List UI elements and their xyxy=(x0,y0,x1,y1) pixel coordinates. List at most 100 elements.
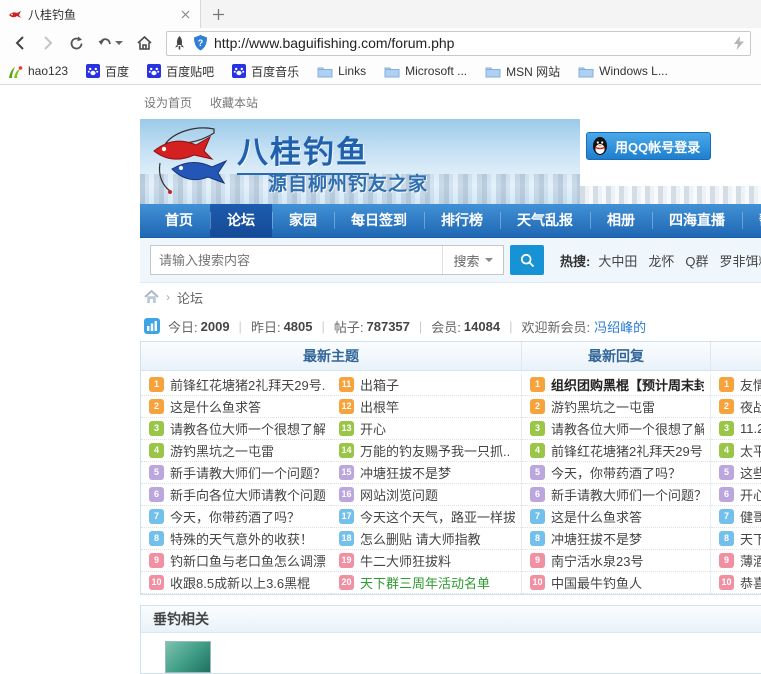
reply-list-item[interactable]: 1组织团购黑棍【预计周末封.. xyxy=(522,374,710,396)
nav-weather[interactable]: 天气乱报 xyxy=(500,204,590,237)
topic-list-item[interactable]: 9钓新口鱼与老口鱼怎么调漂 xyxy=(141,550,331,572)
topic-list-item[interactable]: 4游钓黑坑之一屯雷 xyxy=(141,440,331,462)
nav-home[interactable]: 首页 xyxy=(148,204,210,237)
home-button[interactable] xyxy=(130,30,158,56)
add-favorite-link[interactable]: 收藏本站 xyxy=(206,94,258,111)
reply-list-item[interactable]: 7这是什么鱼求答 xyxy=(522,506,710,528)
topic-list-item[interactable]: 13开心 xyxy=(331,418,521,440)
refresh-button[interactable] xyxy=(62,30,90,56)
topic-list-item[interactable]: 10收跟8.5成新以上3.6黑棍 xyxy=(141,572,331,594)
nav-live[interactable]: 四海直播 xyxy=(652,204,742,237)
hot-search-link[interactable]: Q群 xyxy=(685,251,708,270)
topic-list-item[interactable]: 14万能的钓友赐予我一只抓.. xyxy=(331,440,521,462)
lightning-icon[interactable] xyxy=(734,36,744,50)
topic-list-item[interactable]: 6新手向各位大师请教个问题 xyxy=(141,484,331,506)
topic-list-item[interactable]: 17今天这个天气，路亚一样拔.. xyxy=(331,506,521,528)
back-button[interactable] xyxy=(6,30,34,56)
topic-list-item[interactable]: 12出根竿 xyxy=(331,396,521,418)
welcome-new-member: 欢迎新会员: 冯绍峰的 xyxy=(521,317,646,336)
home-icon[interactable] xyxy=(144,290,159,304)
forum-thumbnail[interactable] xyxy=(165,641,211,673)
breadcrumb-forum[interactable]: 论坛 xyxy=(177,288,203,307)
nav-album[interactable]: 相册 xyxy=(590,204,652,237)
bookmark-baidu-music[interactable]: 百度音乐 xyxy=(232,63,299,80)
topic-list-item[interactable]: 7今天，你带药酒了吗？ xyxy=(141,506,331,528)
site-logo-fish-icon[interactable] xyxy=(144,123,236,199)
nav-ranking[interactable]: 排行榜 xyxy=(424,204,500,237)
url-text[interactable]: http://www.baguifishing.com/forum.php xyxy=(214,35,734,51)
forward-button[interactable] xyxy=(34,30,62,56)
browser-tab[interactable]: 八桂钓鱼 xyxy=(0,0,201,28)
nav-help[interactable]: 帮助 xyxy=(742,204,761,237)
bookmark-folder-windows[interactable]: Windows L... xyxy=(578,64,668,78)
extra-list-item[interactable]: 7健哥请 xyxy=(711,506,761,528)
bookmark-baidu[interactable]: 百度 xyxy=(86,63,129,80)
qq-login-button[interactable]: 用QQ帐号登录 xyxy=(586,132,711,160)
topic-list-item[interactable]: 2这是什么鱼求答 xyxy=(141,396,331,418)
reply-list-item[interactable]: 9南宁活水泉23号 xyxy=(522,550,710,572)
reply-list-item[interactable]: 5今天，你带药酒了吗？ xyxy=(522,462,710,484)
hot-search-link[interactable]: 大中田 xyxy=(598,251,637,270)
bookmark-hao123[interactable]: hao123 xyxy=(8,64,68,78)
extra-list-item[interactable]: 9薄酒中 xyxy=(711,550,761,572)
extra-list-item[interactable]: 1友情提 xyxy=(711,374,761,396)
extra-list-item[interactable]: 10恭喜你 xyxy=(711,572,761,594)
bookmark-baidu-tieba[interactable]: 百度贴吧 xyxy=(147,63,214,80)
speed-mode-rocket-icon[interactable] xyxy=(173,36,186,51)
extra-list-item[interactable]: 6开心一 xyxy=(711,484,761,506)
topic-list-item[interactable]: 5新手请教大师们一个问题？ xyxy=(141,462,331,484)
topic-list-item[interactable]: 11出箱子 xyxy=(331,374,521,396)
reply-list-item[interactable]: 3请教各位大师一个很想了解.. xyxy=(522,418,710,440)
reply-list-item[interactable]: 2游钓黑坑之一屯雷 xyxy=(522,396,710,418)
rank-badge: 9 xyxy=(719,553,734,568)
extra-list-item[interactable]: 311.25 xyxy=(711,418,761,440)
bookmark-folder-microsoft[interactable]: Microsoft ... xyxy=(384,64,467,78)
hot-search-link[interactable]: 罗非饵料配方 xyxy=(720,251,761,270)
set-home-link[interactable]: 设为首页 xyxy=(140,94,192,111)
bookmark-folder-msn[interactable]: MSN 网站 xyxy=(485,63,560,80)
search-input[interactable] xyxy=(151,253,442,268)
topic-list-item[interactable]: 8特殊的天气意外的收获！ xyxy=(141,528,331,550)
reply-list-item[interactable]: 6新手请教大师们一个问题？ xyxy=(522,484,710,506)
topic-list-item[interactable]: 18怎么删贴 请大师指教 xyxy=(331,528,521,550)
address-bar[interactable]: ? http://www.baguifishing.com/forum.php xyxy=(166,31,751,56)
nav-daily-checkin[interactable]: 每日签到 xyxy=(334,204,424,237)
search-button[interactable] xyxy=(510,245,544,275)
new-tab-button[interactable] xyxy=(201,0,235,28)
extra-list-item[interactable]: 2夜战桂 xyxy=(711,396,761,418)
extra-list-item[interactable]: 8天下渔 xyxy=(711,528,761,550)
topic-list-item[interactable]: 1前锋红花塘猪2礼拜天29号.. xyxy=(141,374,331,396)
reply-list-item[interactable]: 4前锋红花塘猪2礼拜天29号.. xyxy=(522,440,710,462)
topic-list-item[interactable]: 16网站浏览问题 xyxy=(331,484,521,506)
qq-penguin-icon xyxy=(591,136,609,156)
topic-list-item[interactable]: 20天下群三周年活动名单 xyxy=(331,572,521,594)
topic-list-item[interactable]: 3请教各位大师一个很想了解.. xyxy=(141,418,331,440)
topic-list-item[interactable]: 19牛二大师狂拔料 xyxy=(331,550,521,572)
related-section-title[interactable]: 垂钓相关 xyxy=(141,606,761,633)
undo-button[interactable] xyxy=(90,30,130,56)
reply-list-item[interactable]: 10中国最牛钓鱼人 xyxy=(522,572,710,594)
related-section: 垂钓相关 xyxy=(140,605,761,674)
security-shield-icon[interactable]: ? xyxy=(193,35,208,51)
nav-space[interactable]: 家园 xyxy=(272,204,334,237)
rank-badge: 5 xyxy=(530,465,545,480)
extra-list-item[interactable]: 4太平街 xyxy=(711,440,761,462)
new-member-link[interactable]: 冯绍峰的 xyxy=(594,317,646,336)
rank-badge: 3 xyxy=(149,421,164,436)
search-scope-dropdown[interactable]: 搜索 xyxy=(442,246,503,274)
header-latest-topics[interactable]: 最新主题 xyxy=(141,342,521,370)
folder-icon xyxy=(578,65,594,78)
reply-list-item[interactable]: 8冲塘狂拔不是梦 xyxy=(522,528,710,550)
topic-list-item[interactable]: 15冲塘狂拔不是梦 xyxy=(331,462,521,484)
header-latest-replies[interactable]: 最新回复 xyxy=(521,342,710,370)
hot-search-link[interactable]: 龙怀 xyxy=(648,251,674,270)
tab-close-icon[interactable] xyxy=(177,10,194,19)
extra-list-item[interactable]: 5这些是 xyxy=(711,462,761,484)
undo-dropdown-caret[interactable] xyxy=(115,41,123,45)
breadcrumb-separator: › xyxy=(166,290,170,304)
rank-badge: 8 xyxy=(719,531,734,546)
bookmark-folder-links[interactable]: Links xyxy=(317,64,366,78)
search-icon xyxy=(520,253,535,268)
site-subtitle: 源自柳州钓友之家 xyxy=(268,169,428,196)
nav-forum[interactable]: 论坛 xyxy=(210,204,272,237)
